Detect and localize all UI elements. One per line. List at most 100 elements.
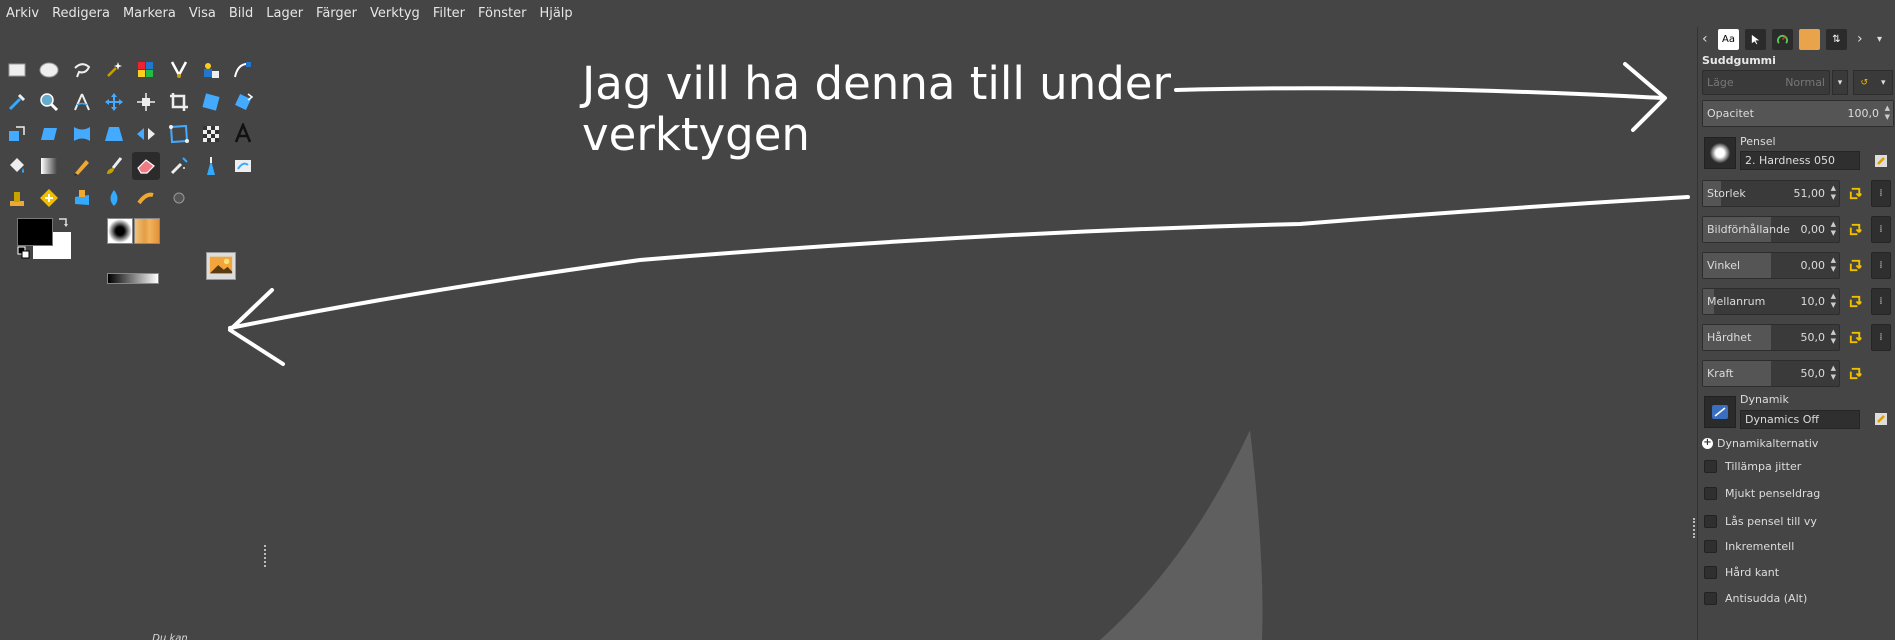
tab-dynamics[interactable] <box>1772 28 1793 50</box>
tool-button-text[interactable] <box>229 120 257 148</box>
tool-button-ellipse-select[interactable] <box>35 56 63 84</box>
option-checkbox-row[interactable]: Hård kant <box>1704 566 1779 579</box>
tool-button-gradient[interactable] <box>35 152 63 180</box>
tool-button-zoom[interactable] <box>35 88 63 116</box>
menu-redigera[interactable]: Redigera <box>52 6 110 21</box>
tab-patterns[interactable] <box>1799 28 1820 50</box>
tool-button-airbrush[interactable] <box>165 152 193 180</box>
reset-colors-icon[interactable] <box>17 246 30 259</box>
dynamics-options-expander[interactable]: + Dynamikalternativ <box>1702 437 1818 450</box>
tool-button-scale[interactable] <box>3 120 31 148</box>
mode-chevron-icon[interactable]: ▾ <box>1881 78 1886 88</box>
tool-button-measure[interactable] <box>68 88 96 116</box>
mode-select[interactable]: Läge Normal <box>1702 70 1830 95</box>
bildforhallande-spin-icon[interactable]: ▲ ▼ <box>1831 220 1836 238</box>
dock-resize-handle[interactable] <box>1693 518 1695 538</box>
option-checkbox-row[interactable]: Antisudda (Alt) <box>1704 592 1807 605</box>
tool-button-crop[interactable] <box>165 88 193 116</box>
mode-dropdown-icon[interactable]: ▾ <box>1832 70 1848 95</box>
toolbox-resize-handle[interactable] <box>264 545 266 567</box>
active-pattern-preview[interactable] <box>134 218 160 244</box>
dock-menu-icon[interactable]: ▾ <box>1877 34 1891 45</box>
option-checkbox-row[interactable]: Inkrementell <box>1704 540 1794 553</box>
storlek-spin-icon[interactable]: ▲ ▼ <box>1831 184 1836 202</box>
menu-verktyg[interactable]: Verktyg <box>370 6 420 21</box>
menu-arkiv[interactable]: Arkiv <box>6 6 39 21</box>
brush-preview[interactable] <box>1704 137 1736 169</box>
checkbox[interactable] <box>1704 515 1717 528</box>
hardhet-reset-icon[interactable] <box>1845 327 1865 347</box>
tool-button-scissors-select[interactable] <box>165 56 193 84</box>
mellanrum-spin-icon[interactable]: ▲ ▼ <box>1831 292 1836 310</box>
tool-button-perspective-clone[interactable] <box>68 184 96 212</box>
mellanrum-reset-icon[interactable] <box>1845 291 1865 311</box>
tool-button-heal[interactable] <box>35 184 63 212</box>
hardhet-slider[interactable]: Hårdhet 50,0 ▲ ▼ <box>1702 324 1840 351</box>
swap-colors-icon[interactable] <box>56 216 70 230</box>
storlek-slider[interactable]: Storlek 51,00 ▲ ▼ <box>1702 180 1840 207</box>
menu-markera[interactable]: Markera <box>123 6 176 21</box>
dynamics-edit-icon[interactable] <box>1872 410 1890 428</box>
checkbox[interactable] <box>1704 540 1717 553</box>
menu-bild[interactable]: Bild <box>229 6 253 21</box>
bildforhallande-reset-icon[interactable] <box>1845 219 1865 239</box>
tool-button-blur[interactable] <box>100 184 128 212</box>
menu-lager[interactable]: Lager <box>266 6 303 21</box>
mode-reset-icon[interactable]: ↺ <box>1860 78 1868 88</box>
bildforhallande-dynamics-icon[interactable]: ⁞ <box>1871 216 1891 243</box>
storlek-dynamics-icon[interactable]: ⁞ <box>1871 180 1891 207</box>
kraft-slider[interactable]: Kraft 50,0 ▲ ▼ <box>1702 360 1840 387</box>
checkbox[interactable] <box>1704 487 1717 500</box>
foreground-color-swatch[interactable] <box>17 218 53 246</box>
hardhet-spin-icon[interactable]: ▲ ▼ <box>1831 328 1836 346</box>
tool-button-color-select[interactable] <box>132 56 160 84</box>
active-gradient-preview[interactable] <box>107 273 159 284</box>
tool-button-fuzzy-select[interactable] <box>100 56 128 84</box>
opacity-spin-icon[interactable]: ▲ ▼ <box>1885 104 1890 122</box>
tool-button-warp[interactable] <box>68 120 96 148</box>
tool-button-shear[interactable] <box>35 120 63 148</box>
vinkel-slider[interactable]: Vinkel 0,00 ▲ ▼ <box>1702 252 1840 279</box>
tab-brushes[interactable]: ⇅ <box>1826 28 1847 50</box>
tool-button-checker[interactable] <box>197 120 225 148</box>
tool-button-eraser[interactable] <box>132 152 161 180</box>
kraft-reset-icon[interactable] <box>1845 363 1865 383</box>
tool-button-perspective[interactable] <box>100 120 128 148</box>
brush-name-field[interactable]: 2. Hardness 050 <box>1740 151 1860 170</box>
tool-button-ink[interactable] <box>197 152 225 180</box>
vinkel-reset-icon[interactable] <box>1845 255 1865 275</box>
tab-tool-options[interactable] <box>1745 28 1766 50</box>
tool-button-dodge-burn[interactable] <box>165 184 193 212</box>
tool-button-unified-transform[interactable] <box>197 88 225 116</box>
checkbox[interactable] <box>1704 460 1717 473</box>
tool-button-foreground-select[interactable] <box>197 56 225 84</box>
tool-button-flip[interactable] <box>132 120 160 148</box>
option-checkbox-row[interactable]: Mjukt penseldrag <box>1704 487 1820 500</box>
tool-button-clone[interactable] <box>3 184 31 212</box>
tool-button-cage[interactable] <box>165 120 193 148</box>
tool-button-mypaint-brush[interactable] <box>229 152 257 180</box>
tool-button-align[interactable] <box>132 88 160 116</box>
tab-fonts[interactable]: Aa <box>1718 28 1739 50</box>
active-brush-preview[interactable] <box>107 218 133 244</box>
bildforhallande-slider[interactable]: Bildförhållande 0,00 ▲ ▼ <box>1702 216 1840 243</box>
hardhet-dynamics-icon[interactable]: ⁞ <box>1871 324 1891 351</box>
option-checkbox-row[interactable]: Tillämpa jitter <box>1704 460 1801 473</box>
tool-button-color-picker[interactable] <box>3 88 31 116</box>
tool-button-smudge[interactable] <box>132 184 160 212</box>
menu-fonster[interactable]: Fönster <box>478 6 526 21</box>
tab-prev-icon[interactable]: ‹ <box>1702 31 1716 47</box>
active-image-icon[interactable] <box>206 252 236 280</box>
kraft-spin-icon[interactable]: ▲ ▼ <box>1831 364 1836 382</box>
tab-next-icon[interactable]: › <box>1857 31 1871 47</box>
vinkel-dynamics-icon[interactable]: ⁞ <box>1871 252 1891 279</box>
tool-button-rotate[interactable] <box>229 88 257 116</box>
tool-button-lasso-select[interactable] <box>68 56 96 84</box>
brush-edit-icon[interactable] <box>1872 152 1890 170</box>
checkbox[interactable] <box>1704 592 1717 605</box>
menu-visa[interactable]: Visa <box>189 6 216 21</box>
tool-button-move[interactable] <box>100 88 128 116</box>
mellanrum-dynamics-icon[interactable]: ⁞ <box>1871 288 1891 315</box>
mode-reset-controls[interactable]: ↺ ▾ <box>1853 70 1893 95</box>
vinkel-spin-icon[interactable]: ▲ ▼ <box>1831 256 1836 274</box>
